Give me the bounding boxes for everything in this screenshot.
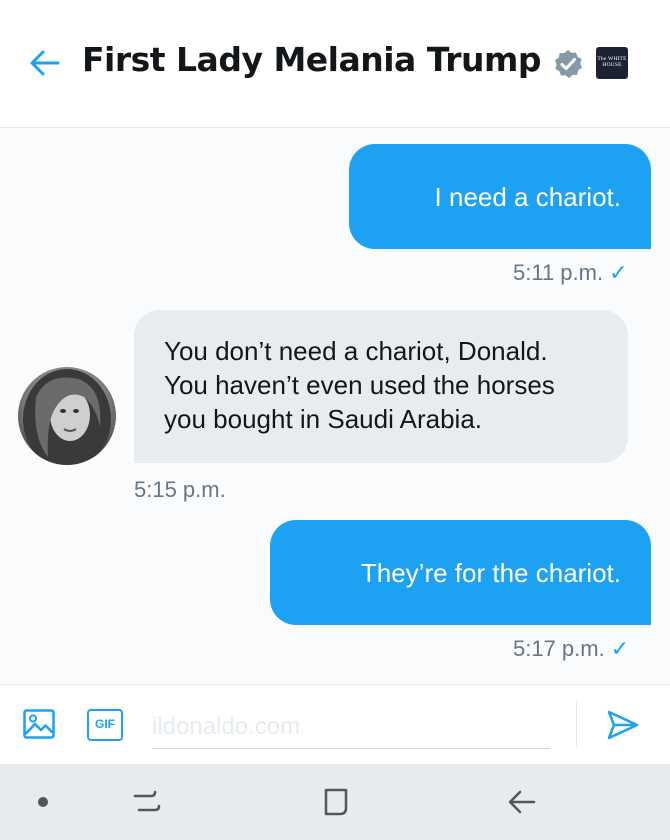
home-icon[interactable]: [320, 786, 352, 818]
message-text: I need a chariot.: [434, 181, 621, 212]
outgoing-message-bubble[interactable]: I need a chariot.: [349, 144, 651, 249]
verified-badge-icon: [554, 50, 582, 79]
dot-icon[interactable]: [36, 795, 50, 809]
gif-button[interactable]: GIF: [87, 709, 123, 741]
send-icon[interactable]: [606, 709, 640, 741]
message-timestamp: 5:15 p.m.: [134, 477, 226, 502]
message-line: You haven’t even used the horses: [164, 370, 555, 400]
arrow-left-icon[interactable]: [28, 46, 62, 80]
message-line: you bought in Saudi Arabia.: [164, 404, 483, 434]
recent-apps-icon[interactable]: [131, 786, 163, 818]
message-timestamp: 5:17 p.m. ✓: [513, 636, 630, 661]
outgoing-message-bubble[interactable]: They’re for the chariot.: [270, 520, 651, 625]
read-check-icon: ✓: [610, 636, 630, 661]
image-icon[interactable]: [22, 707, 56, 741]
system-navigation-bar: [0, 764, 670, 840]
profile-photo: [23, 369, 111, 465]
white-house-logo: The WHITE HOUSE: [596, 47, 628, 79]
message-timestamp: 5:11 p.m. ✓: [513, 260, 628, 285]
page-title[interactable]: First Lady Melania Trump: [82, 40, 541, 79]
read-check-icon: ✓: [609, 260, 628, 285]
message-list[interactable]: I need a chariot. 5:11 p.m. ✓ You don’t n…: [0, 129, 670, 684]
divider: [576, 701, 577, 747]
message-text: They’re for the chariot.: [360, 557, 621, 588]
message-input[interactable]: [152, 705, 550, 749]
incoming-message-bubble[interactable]: You don’t need a chariot, Donald. You ha…: [134, 310, 628, 463]
back-icon[interactable]: [506, 786, 538, 818]
avatar[interactable]: [18, 367, 116, 465]
message-line: You don’t need a chariot, Donald.: [164, 336, 548, 366]
conversation-header: First Lady Melania Trump The WHITE HOUSE: [0, 0, 670, 128]
message-composer: GIF: [0, 684, 670, 764]
